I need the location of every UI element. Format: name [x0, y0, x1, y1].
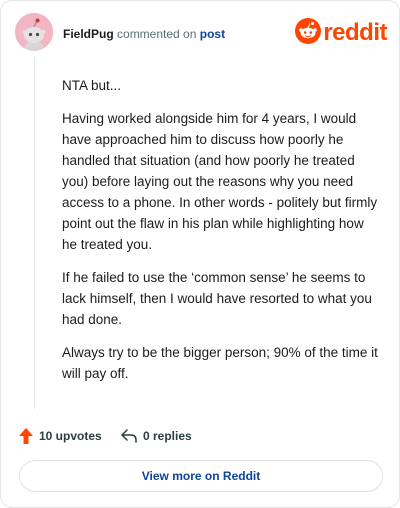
reddit-logo[interactable]: reddit — [295, 17, 387, 49]
reddit-wordmark: reddit — [323, 19, 387, 46]
post-link[interactable]: post — [200, 27, 225, 41]
reply-button[interactable]: 0 replies — [121, 425, 192, 447]
comment-header: FieldPug commented on post reddit — [15, 13, 387, 57]
comment-body: NTA but... Having worked alongside him f… — [62, 75, 378, 396]
reply-arrow-icon — [121, 429, 143, 443]
upvote-button[interactable]: 10 upvotes — [19, 425, 102, 447]
snoo-avatar-icon[interactable] — [15, 13, 53, 51]
comment-actions: 10 upvotes 0 replies — [19, 425, 379, 447]
upvote-count: 10 upvotes — [39, 429, 102, 443]
comment-card: FieldPug commented on post reddit NTA bu… — [0, 0, 400, 508]
thread-line — [34, 57, 35, 409]
comment-paragraph: Having worked alongside him for 4 years,… — [62, 111, 378, 252]
meta-verb: commented on — [117, 27, 197, 41]
upvote-arrow-icon — [19, 428, 39, 444]
reddit-snoo-icon — [295, 17, 322, 49]
comment-paragraph: If he failed to use the ‘common sense’ h… — [62, 270, 372, 327]
reply-count: 0 replies — [143, 429, 192, 443]
comment-paragraph: NTA but... — [62, 78, 122, 93]
author-name[interactable]: FieldPug — [63, 27, 114, 41]
comment-paragraph: Always try to be the bigger person; 90% … — [62, 345, 378, 381]
view-more-button[interactable]: View more on Reddit — [19, 460, 383, 492]
comment-meta: FieldPug commented on post — [63, 27, 225, 41]
